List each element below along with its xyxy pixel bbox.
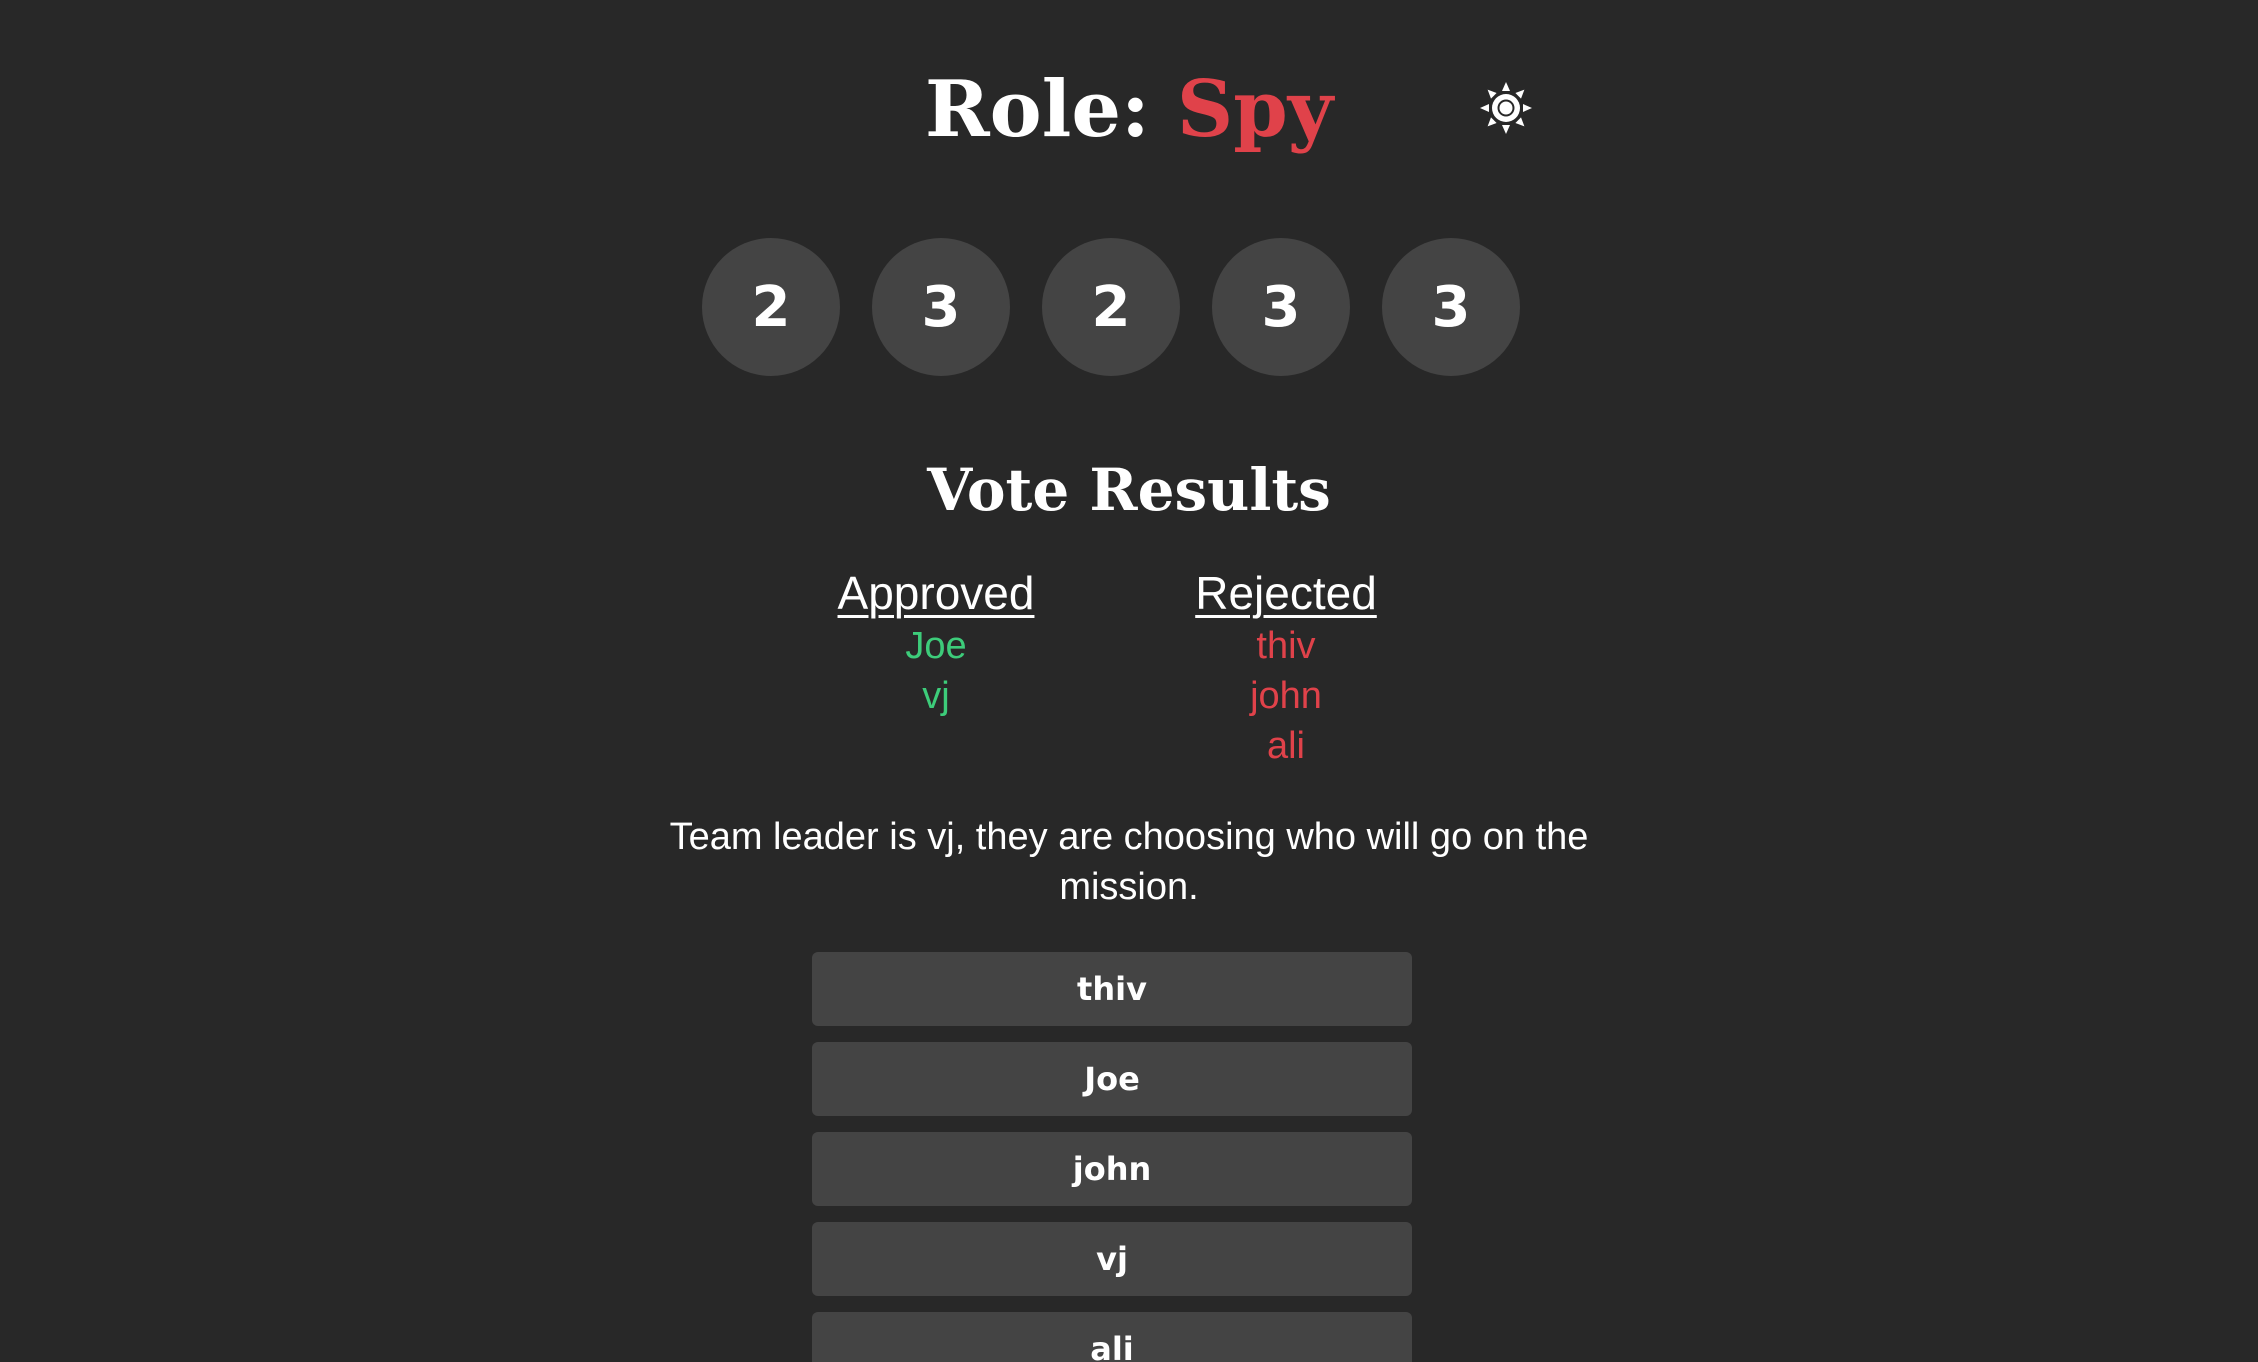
rejected-voter: thiv xyxy=(1256,625,1316,667)
player-button[interactable]: vj xyxy=(812,1222,1412,1296)
approved-heading: Approved xyxy=(837,567,1035,619)
player-list: thiv Joe john vj ali xyxy=(812,952,1412,1362)
rejected-voter: john xyxy=(1250,675,1322,717)
mission-circle-3: 2 xyxy=(1042,238,1180,376)
mission-circle-4: 3 xyxy=(1212,238,1350,376)
game-screen: Role: Spy 2 3 2 3 3 Vote Results Approve… xyxy=(0,0,2258,1362)
team-leader-status: Team leader is vj, they are choosing who… xyxy=(669,816,1589,908)
approved-column: Approved Joe vj xyxy=(786,565,1086,721)
approved-voter: Joe xyxy=(905,625,967,667)
mission-tracker: 2 3 2 3 3 xyxy=(702,238,1520,376)
theme-toggle-button[interactable] xyxy=(1478,80,1534,136)
player-button[interactable]: john xyxy=(812,1132,1412,1206)
rejected-voter: ali xyxy=(1266,725,1306,767)
role-value: Spy xyxy=(1176,64,1334,155)
mission-circle-2: 3 xyxy=(872,238,1010,376)
approved-voter: vj xyxy=(922,675,950,717)
sun-icon xyxy=(1480,82,1532,134)
vote-results-title: Vote Results xyxy=(927,456,1331,524)
mission-circle-5: 3 xyxy=(1382,238,1520,376)
player-button[interactable]: ali xyxy=(812,1312,1412,1362)
rejected-column: Rejected thiv john ali xyxy=(1136,565,1436,771)
player-button[interactable]: thiv xyxy=(812,952,1412,1026)
role-label: Role: xyxy=(924,64,1150,155)
rejected-heading: Rejected xyxy=(1195,567,1377,619)
player-button[interactable]: Joe xyxy=(812,1042,1412,1116)
role-header: Role: Spy xyxy=(0,60,2258,160)
mission-circle-1: 2 xyxy=(702,238,840,376)
